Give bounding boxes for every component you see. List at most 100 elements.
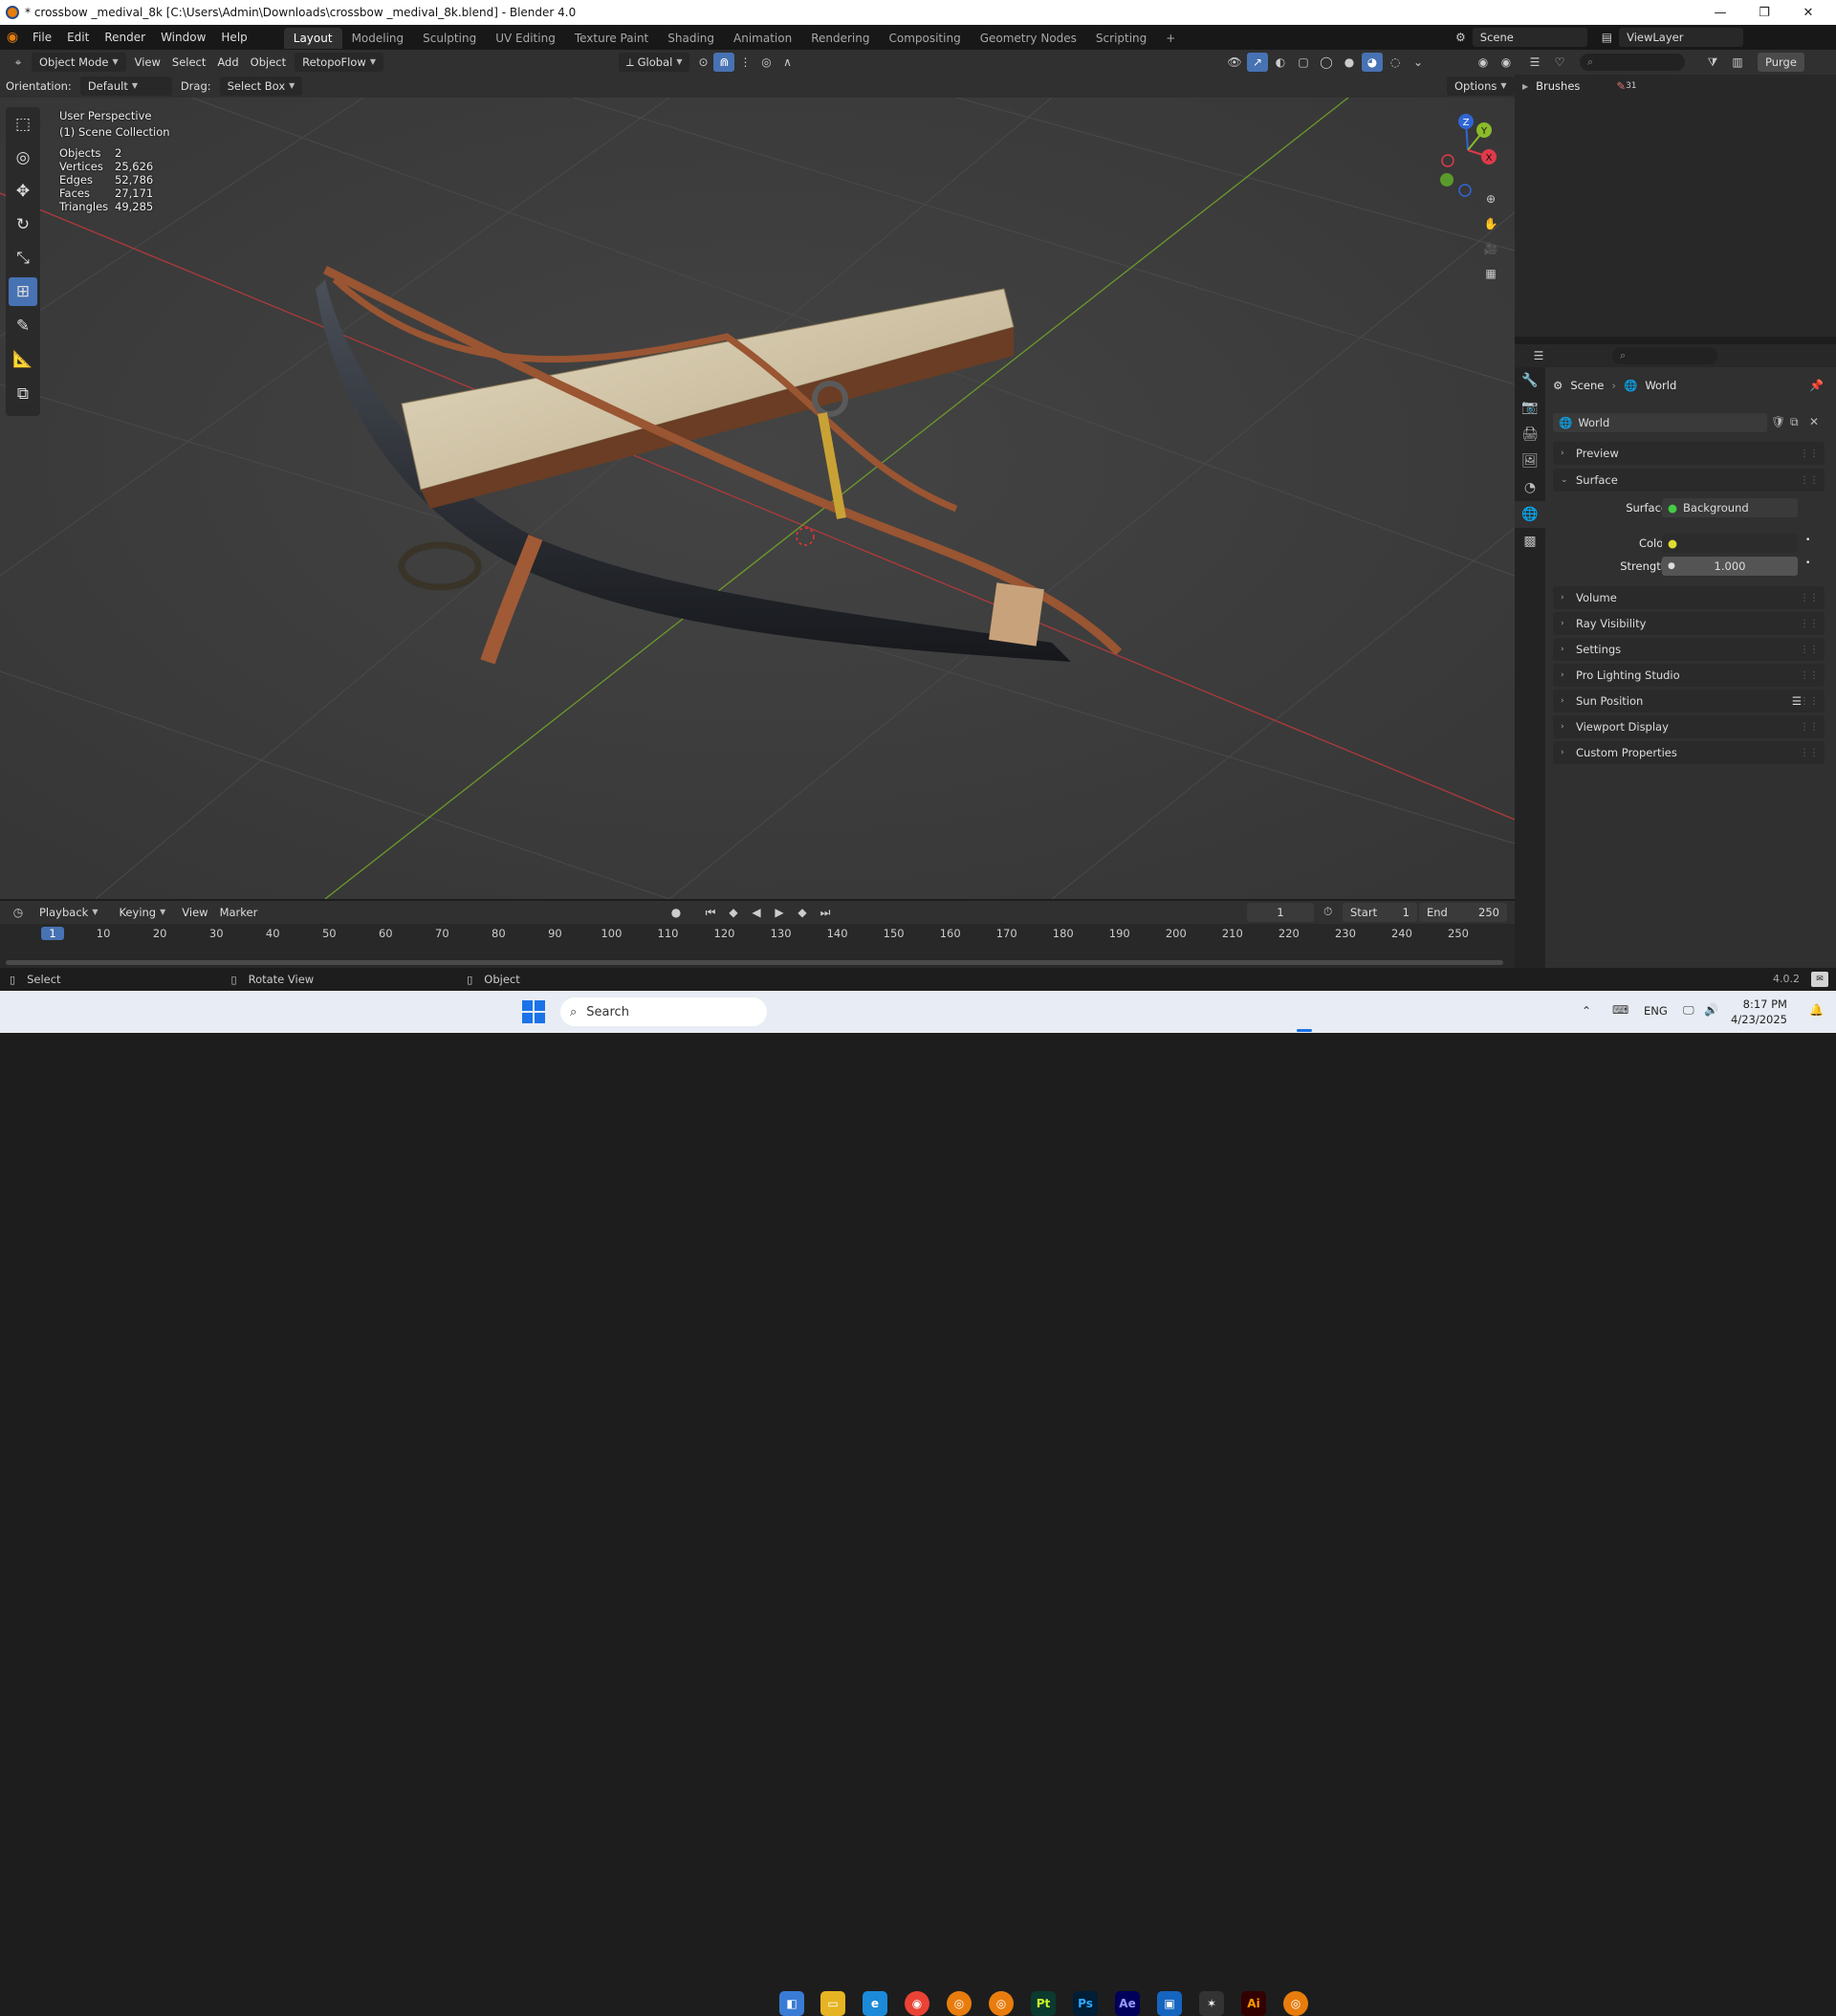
visibility-icon[interactable]: 👁 (1224, 53, 1245, 72)
stopwatch-icon[interactable]: ⏱ (1323, 905, 1332, 919)
scene-selector[interactable]: Scene (1472, 28, 1587, 47)
maximize-button[interactable]: ❐ (1742, 0, 1786, 25)
timeline-type-icon[interactable]: ◷ (8, 903, 29, 922)
task-view-icon[interactable]: ◧ (779, 1991, 804, 2016)
record-icon[interactable]: ● (666, 903, 687, 922)
play-icon[interactable]: ▶ (769, 903, 790, 922)
panel-pro-lighting-studio[interactable]: › Pro Lighting Studio ⋮⋮ (1553, 664, 1825, 687)
menu-object[interactable]: Object (251, 55, 286, 69)
duplicate-icon[interactable]: ⧉ (1790, 415, 1799, 429)
viewlayer-selector[interactable]: ViewLayer (1619, 28, 1744, 47)
photoshop-icon[interactable]: Ps (1073, 1991, 1098, 2016)
retopoflow-menu[interactable]: RetopoFlow ▼ (295, 53, 383, 72)
overlay-toggle-icon[interactable]: ◐ (1270, 53, 1291, 72)
substance-painter-icon[interactable]: Pt (1031, 1991, 1056, 2016)
after-effects-icon[interactable]: Ae (1115, 1991, 1140, 2016)
tab-scripting[interactable]: Scripting (1086, 28, 1156, 49)
minimize-button[interactable]: — (1698, 0, 1742, 25)
ortho-toggle-icon[interactable]: ▦ (1480, 264, 1501, 283)
tab-sculpting[interactable]: Sculpting (413, 28, 486, 49)
add-workspace-button[interactable]: + (1156, 28, 1185, 49)
language-indicator[interactable]: ENG (1644, 1004, 1668, 1018)
filter-icon[interactable]: ⧩ (1702, 53, 1723, 72)
play-reverse-icon[interactable]: ◀ (746, 903, 767, 922)
color-field[interactable]: ● (1662, 534, 1798, 553)
panel-volume[interactable]: › Volume ⋮⋮ (1553, 586, 1825, 609)
select-box-tool-icon[interactable]: ⬚ (9, 110, 37, 139)
menu-select[interactable]: Select (172, 55, 206, 69)
world-datablock[interactable]: 🌐 World (1553, 413, 1767, 432)
world-tab-icon[interactable]: 🌐 (1515, 501, 1545, 528)
menu-window[interactable]: Window (153, 25, 213, 50)
grip-icon[interactable]: ⋮⋮ (1800, 619, 1819, 629)
tool-tab-icon[interactable]: 🔧 (1515, 367, 1545, 394)
blender-active-icon[interactable]: ◎ (1283, 1991, 1308, 2016)
jump-start-icon[interactable]: ⏮ (700, 903, 721, 922)
unlink-icon[interactable]: ✕ (1809, 415, 1819, 428)
zoom-icon[interactable]: ⊕ (1480, 189, 1501, 208)
cursor-tool-icon[interactable]: ◎ (9, 143, 37, 172)
properties-type-icon[interactable]: ☰ (1528, 346, 1549, 365)
start-frame-field[interactable]: Start 1 (1343, 903, 1417, 922)
playhead-frame[interactable]: 1 (41, 927, 64, 940)
tab-layout[interactable]: Layout (283, 28, 342, 49)
menu-add[interactable]: Add (217, 55, 238, 69)
current-frame-field[interactable]: 1 (1247, 903, 1314, 922)
pivot-icon[interactable]: ⊙ (692, 53, 713, 72)
grip-icon[interactable]: ⋮⋮ (1800, 722, 1819, 733)
add-cube-tool-icon[interactable]: ⧉ (9, 380, 37, 408)
menu-edit[interactable]: Edit (59, 25, 97, 50)
transform-tool-icon[interactable]: ⊞ (9, 277, 37, 306)
scene-tab-icon[interactable]: ◔ (1515, 474, 1545, 501)
tab-geometry-nodes[interactable]: Geometry Nodes (971, 28, 1086, 49)
grip-icon[interactable]: ⋮⋮ (1800, 593, 1819, 603)
properties-search-input[interactable]: ⌕ (1612, 347, 1717, 364)
timeline-marker-menu[interactable]: Marker (220, 906, 258, 919)
xray-icon[interactable]: ▢ (1293, 53, 1314, 72)
tab-uv-editing[interactable]: UV Editing (486, 28, 565, 49)
view-layer-tab-icon[interactable]: 🖼 (1515, 448, 1545, 474)
timeline-scrollbar[interactable] (6, 960, 1503, 965)
prev-keyframe-icon[interactable]: ◆ (723, 903, 744, 922)
tab-modeling[interactable]: Modeling (342, 28, 414, 49)
edge-browser-icon[interactable]: e (863, 1991, 887, 2016)
snap-target-icon[interactable]: ⋮ (734, 53, 755, 72)
surface-shader-field[interactable]: ● Background (1662, 498, 1798, 517)
camera-view-icon[interactable]: 🎥 (1480, 239, 1501, 258)
rotate-tool-icon[interactable]: ↻ (9, 210, 37, 239)
blender-app-icon-2[interactable]: ◎ (989, 1991, 1014, 2016)
wireframe-shading-icon[interactable]: ◯ (1316, 53, 1337, 72)
grip-icon[interactable]: ⋮⋮ (1800, 645, 1819, 655)
transform-orientation[interactable]: ⟂ Global ▼ (618, 53, 690, 72)
panel-preview[interactable]: › Preview ⋮⋮ (1553, 442, 1825, 465)
grip-icon[interactable]: ⋮⋮ (1800, 696, 1819, 707)
end-frame-field[interactable]: End 250 (1419, 903, 1507, 922)
fake-user-icon[interactable]: 🛡 (1771, 415, 1785, 428)
jump-end-icon[interactable]: ⏭ (815, 903, 836, 922)
tab-compositing[interactable]: Compositing (879, 28, 970, 49)
close-button[interactable]: ✕ (1786, 0, 1830, 25)
outliner-item-brushes[interactable]: Brushes (1536, 79, 1580, 93)
panel-custom-properties[interactable]: › Custom Properties ⋮⋮ (1553, 741, 1825, 764)
pin-icon[interactable]: 📌 (1809, 379, 1824, 392)
measure-tool-icon[interactable]: 📐 (9, 345, 37, 374)
material-shading-icon[interactable]: ◕ (1362, 53, 1383, 72)
gizmo-toggle-icon[interactable]: ↗ (1247, 53, 1268, 72)
keyframe-dot-icon[interactable]: • (1805, 559, 1810, 568)
file-explorer-icon[interactable]: ▭ (820, 1991, 845, 2016)
snap-icon[interactable]: ⋒ (713, 53, 735, 72)
purge-button[interactable]: Purge (1758, 53, 1804, 72)
illustrator-icon[interactable]: Ai (1241, 1991, 1266, 2016)
tab-animation[interactable]: Animation (724, 28, 801, 49)
panel-ray-visibility[interactable]: › Ray Visibility ⋮⋮ (1553, 612, 1825, 635)
falloff-icon[interactable]: ∧ (776, 53, 798, 72)
menu-render[interactable]: Render (97, 25, 153, 50)
keyframe-dot-icon[interactable]: • (1805, 536, 1810, 545)
proportional-edit-icon[interactable]: ◎ (755, 53, 776, 72)
network-icon[interactable]: 🖵 (1683, 1003, 1694, 1018)
keyboard-icon[interactable]: ⌨ (1612, 1003, 1628, 1017)
orientation-dropdown[interactable]: Default ▼ (79, 77, 172, 96)
timeline-area[interactable]: 1 10 20 30 40 50 60 70 80 90 100 110 120 130 140 150 160… (0, 924, 1515, 968)
keying-menu[interactable]: Keying ▼ (111, 903, 173, 922)
solid-shading-icon[interactable]: ● (1339, 53, 1360, 72)
